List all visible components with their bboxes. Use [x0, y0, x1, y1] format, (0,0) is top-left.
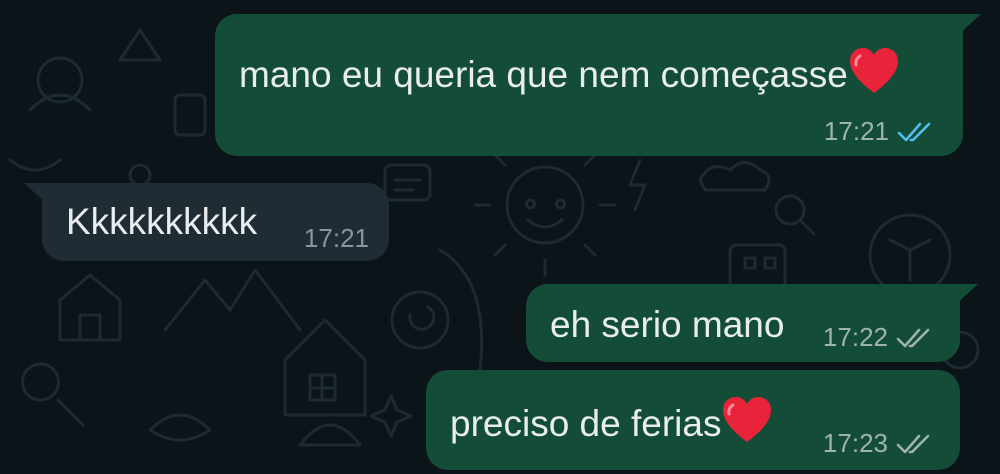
- message-bubble-outgoing[interactable]: mano eu queria que nem começasse 17:21: [215, 14, 981, 156]
- message-text: Kkkkkkkkkk: [66, 201, 258, 242]
- heart-icon: [723, 397, 772, 442]
- message-timestamp: 17:21: [823, 116, 889, 146]
- double-check-icon: [896, 328, 930, 347]
- message-timestamp: 17:23: [822, 428, 888, 458]
- message-bubble-outgoing[interactable]: eh serio mano 17:22: [526, 284, 978, 362]
- double-check-icon: [897, 122, 931, 141]
- message-meta: 17:23: [823, 428, 936, 459]
- message-text: preciso de ferias: [450, 396, 773, 444]
- message-meta: 17:21: [304, 223, 369, 254]
- message-meta: 17:22: [823, 322, 936, 353]
- message-timestamp: 17:22: [822, 322, 888, 352]
- heart-icon: [849, 48, 898, 93]
- bubble-tail: [957, 14, 981, 36]
- message-bubble-outgoing[interactable]: preciso de ferias 17:23: [426, 370, 960, 470]
- double-check-icon: [896, 434, 930, 453]
- message-text: mano eu queria que nem começasse: [239, 47, 900, 95]
- message-bubble-incoming[interactable]: Kkkkkkkkkk 17:21: [24, 183, 389, 261]
- message-timestamp: 17:21: [303, 223, 369, 253]
- bubble-tail: [24, 183, 48, 205]
- bubble-tail: [954, 284, 978, 306]
- message-meta: 17:21: [824, 116, 937, 147]
- message-text: eh serio mano: [550, 304, 785, 345]
